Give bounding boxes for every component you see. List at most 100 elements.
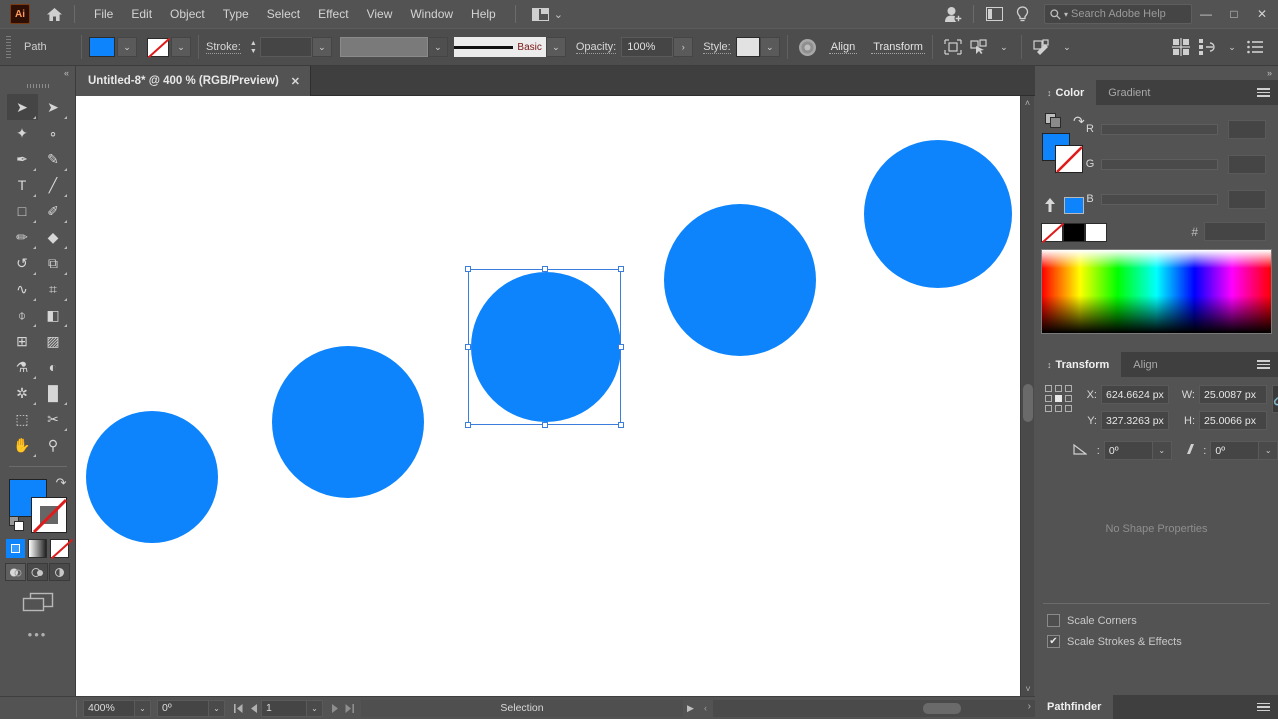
draw-behind-button[interactable] (27, 563, 48, 581)
isolate-selected-object-icon[interactable] (940, 35, 966, 59)
menu-view[interactable]: View (358, 3, 402, 25)
shear-angle-input[interactable]: 0º (1210, 441, 1260, 460)
zoom-level-input[interactable]: 400% (83, 699, 135, 717)
search-input[interactable]: ▾ Search Adobe Help (1044, 4, 1192, 24)
workspace-switcher-icon[interactable]: ⌄ (526, 6, 569, 23)
stroke-weight-stepper[interactable]: ▲ ▼ (247, 37, 260, 57)
selection-handle[interactable] (465, 266, 471, 272)
shear-angle-dropdown[interactable]: ⌄ (1259, 441, 1278, 460)
horizontal-scrollbar-thumb[interactable] (923, 702, 961, 714)
graphic-style-swatch[interactable] (735, 37, 760, 57)
account-add-icon[interactable] (939, 3, 967, 25)
horizontal-scrollbar[interactable]: › (713, 699, 1035, 717)
panel-menu-icon[interactable] (1257, 80, 1278, 105)
none-mode-button[interactable] (50, 539, 69, 558)
shape-builder-tool[interactable]: ⌽ (7, 302, 38, 328)
stroke-weight-dropdown[interactable]: ⌄ (311, 37, 332, 57)
selection-handle[interactable] (618, 422, 624, 428)
tab-transform[interactable]: ↕ Transform (1035, 352, 1122, 377)
fill-swatch-dropdown[interactable]: ⌄ (117, 37, 137, 57)
swap-fill-stroke-icon[interactable]: ↷ (1073, 113, 1085, 130)
tab-color[interactable]: ↕ Color (1035, 80, 1097, 105)
selection-handle[interactable] (541, 422, 548, 428)
menu-type[interactable]: Type (214, 3, 258, 25)
stroke-label[interactable]: Stroke: (206, 41, 241, 54)
scale-corners-row[interactable]: Scale Corners (1035, 610, 1278, 631)
panel-menu-icon[interactable] (1257, 695, 1278, 719)
arrange-objects-icon[interactable] (1194, 35, 1220, 59)
width-tool[interactable]: ∿ (7, 276, 38, 302)
selection-tool[interactable]: ➤ (6, 94, 38, 120)
rotate-view-input[interactable]: 0º (157, 699, 209, 717)
opacity-input[interactable]: 100% (621, 37, 674, 57)
rotate-angle-input[interactable]: 0º (1103, 441, 1153, 460)
tab-pathfinder[interactable]: Pathfinder (1035, 695, 1114, 719)
style-dropdown[interactable]: ⌄ (759, 37, 780, 57)
stroke-color-swatch[interactable] (1055, 145, 1083, 173)
menu-object[interactable]: Object (161, 3, 214, 25)
color-mode-button[interactable] (6, 539, 25, 558)
green-channel-slider[interactable] (1101, 158, 1218, 170)
status-indicator[interactable]: Selection (361, 699, 683, 717)
scroll-down-arrow[interactable]: ˅ (1021, 682, 1035, 696)
draw-normal-button[interactable] (5, 563, 26, 581)
hex-input[interactable] (1204, 222, 1266, 241)
fill-color-swatch[interactable] (89, 37, 115, 57)
type-tool[interactable]: T (7, 172, 38, 198)
menu-help[interactable]: Help (462, 3, 505, 25)
column-graph-tool[interactable]: █ (38, 380, 69, 406)
pencil-tool[interactable]: ✏ (7, 224, 38, 250)
variable-width-dropdown[interactable]: ⌄ (427, 37, 448, 57)
more-tools-button[interactable]: ••• (0, 627, 75, 642)
selection-handle[interactable] (618, 344, 624, 350)
menu-select[interactable]: Select (258, 3, 309, 25)
color-spectrum-ramp[interactable] (1041, 249, 1272, 334)
selection-handle[interactable] (465, 422, 471, 428)
change-screen-mode-icon[interactable] (0, 591, 75, 613)
stroke-weight-input[interactable] (259, 37, 312, 57)
white-swatch[interactable] (1085, 223, 1107, 242)
previous-artboard-button[interactable] (246, 699, 261, 717)
brush-definition[interactable]: Basic (453, 37, 546, 57)
scale-corners-checkbox[interactable] (1047, 614, 1060, 627)
first-artboard-button[interactable] (231, 699, 246, 717)
distribute-spacing-icon[interactable] (1168, 35, 1194, 59)
selection-handle[interactable] (465, 344, 471, 350)
magic-wand-tool[interactable]: ✦ (7, 120, 38, 146)
tab-align[interactable]: Align (1121, 352, 1170, 377)
artboard-number-input[interactable]: 1 (261, 699, 307, 717)
rotate-angle-dropdown[interactable]: ⌄ (1152, 441, 1172, 460)
stroke-swatch-dropdown[interactable]: ⌄ (171, 37, 191, 57)
opacity-label[interactable]: Opacity: (575, 41, 617, 54)
menu-window[interactable]: Window (401, 3, 462, 25)
black-swatch[interactable] (1063, 223, 1085, 242)
free-transform-tool[interactable]: ⌗ (38, 276, 69, 302)
scale-strokes-effects-checkbox[interactable]: ✔ (1047, 635, 1060, 648)
rotate-view-dropdown[interactable]: ⌄ (209, 699, 225, 717)
document-tab[interactable]: Untitled-8* @ 400 % (RGB/Preview) ✕ (76, 66, 312, 96)
stroke-color-swatch[interactable] (30, 497, 67, 534)
status-menu-button[interactable]: ▶ (683, 699, 698, 717)
symbol-sprayer-tool[interactable]: ✲ (7, 380, 38, 406)
artboard-tool[interactable]: ⬚ (7, 406, 38, 432)
rectangle-tool[interactable]: □ (7, 198, 38, 224)
constrain-proportions-link-icon[interactable]: 🔗 (1272, 385, 1278, 413)
circle-2[interactable] (272, 346, 424, 498)
scroll-up-arrow[interactable]: ˄ (1021, 96, 1034, 110)
style-label[interactable]: Style: (703, 41, 731, 54)
perspective-grid-tool[interactable]: ◧ (38, 302, 69, 328)
lasso-tool[interactable]: ∘ (38, 120, 69, 146)
vertical-scrollbar-thumb[interactable] (1023, 384, 1033, 422)
home-icon[interactable] (44, 4, 64, 24)
scale-strokes-row[interactable]: ✔ Scale Strokes & Effects (1035, 631, 1278, 652)
rotate-tool[interactable]: ↺ (7, 250, 38, 276)
stroke-color-swatch[interactable] (147, 37, 169, 57)
arrange-documents-icon[interactable] (980, 3, 1008, 25)
blue-channel-input[interactable] (1228, 189, 1266, 209)
menu-effect[interactable]: Effect (309, 3, 357, 25)
default-fill-stroke-icon[interactable] (8, 516, 25, 535)
gradient-mode-button[interactable] (28, 539, 47, 558)
recolor-artwork-icon[interactable] (795, 35, 821, 59)
select-similar-dropdown[interactable]: ⌄ (994, 37, 1014, 57)
curvature-tool[interactable]: ✎ (38, 146, 69, 172)
